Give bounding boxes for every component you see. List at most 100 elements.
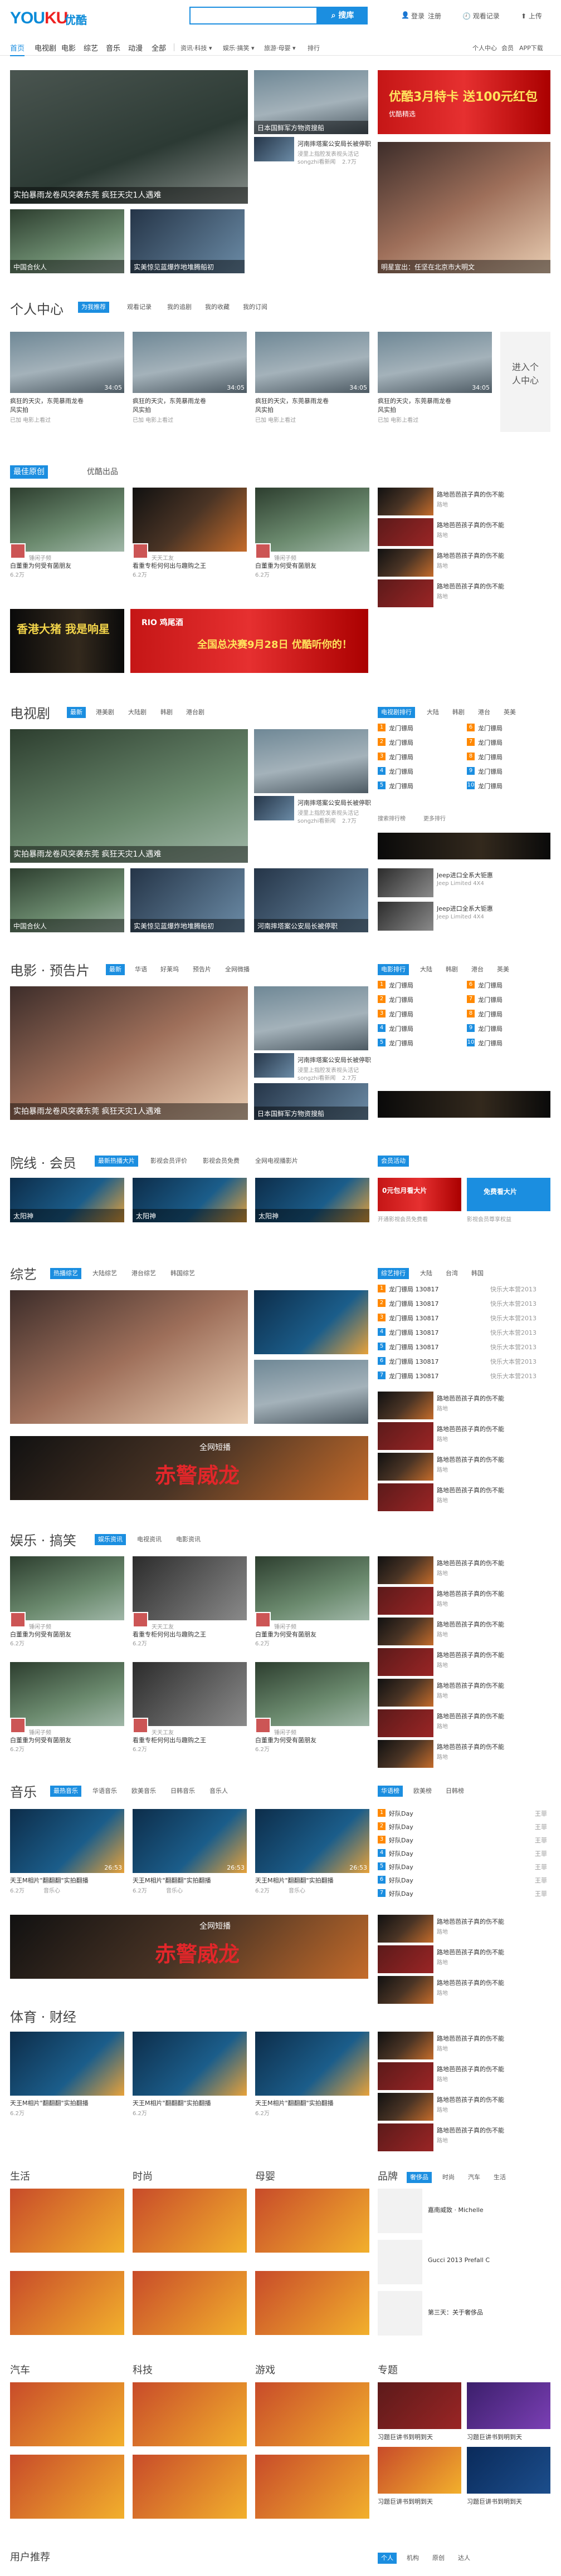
register-link[interactable]: 注册: [428, 11, 441, 21]
original-list-title[interactable]: 路地芭芭孩子真的伤不能: [437, 551, 504, 560]
tv-rank-item[interactable]: 龙门镖局: [389, 781, 413, 790]
original-list-title[interactable]: 路地芭芭孩子真的伤不能: [437, 520, 504, 529]
variety-video-2[interactable]: [254, 1290, 368, 1354]
tv-tab-0[interactable]: 最新: [67, 707, 86, 718]
personal-tab-recommend[interactable]: 为我推荐: [78, 302, 109, 313]
personal-tab-subscribe[interactable]: 我的订阅: [240, 302, 271, 313]
variety-rank-item[interactable]: 龙门镖局 130817: [389, 1343, 439, 1351]
youku-logo[interactable]: YOUKU: [10, 9, 68, 28]
variety-list-title[interactable]: 路地芭芭孩子真的伤不能: [437, 1424, 504, 1433]
users-tab-3[interactable]: 达人: [455, 2553, 474, 2564]
brand-logo[interactable]: [378, 2240, 422, 2284]
movie-rank-tab-1[interactable]: 大陆: [417, 964, 436, 975]
life-thumb[interactable]: [10, 2189, 124, 2253]
variety-tab-2[interactable]: 港台综艺: [128, 1268, 159, 1279]
brand-tab-1[interactable]: 时尚: [439, 2172, 458, 2183]
tv-rank-tab-0[interactable]: 电视剧排行: [378, 707, 415, 718]
tv-rank-tab-4[interactable]: 英美: [500, 707, 519, 718]
music-rank-tab-1[interactable]: 欧美榜: [410, 1786, 435, 1797]
original-card-title[interactable]: 看重专柜何何出与趣购之王: [133, 561, 206, 570]
movie-tab-3[interactable]: 预告片: [189, 964, 214, 975]
personal-card-thumb[interactable]: 34:05: [255, 332, 369, 393]
tv-rank-item[interactable]: 龙门镖局: [389, 767, 413, 776]
life-thumb-2[interactable]: [133, 2271, 247, 2335]
ent-tab-1[interactable]: 电视资讯: [134, 1534, 165, 1545]
life-thumb[interactable]: [255, 2189, 369, 2253]
variety-rank-tab-0[interactable]: 综艺排行: [378, 1268, 409, 1279]
ent-list-thumb[interactable]: [378, 1679, 433, 1707]
jeep-thumb-1[interactable]: [378, 868, 433, 897]
tv-thumb-2[interactable]: [254, 796, 294, 820]
jeep-title-2[interactable]: Jeep进口全系大钜惠: [437, 904, 493, 913]
row2-thumb[interactable]: [10, 2382, 124, 2446]
brand-tab-2[interactable]: 汽车: [465, 2172, 484, 2183]
nav-vip[interactable]: 会员: [501, 43, 514, 52]
tv-video-4[interactable]: 实美惊见蓝爆炸地堆腾船初: [130, 868, 245, 932]
movie-video-3[interactable]: 日本国鲜军方物资搜船: [254, 1083, 368, 1120]
ent-card-b-thumb[interactable]: [255, 1662, 369, 1726]
movie-tab-4[interactable]: 全网微播: [222, 964, 253, 975]
row2-thumb-2[interactable]: [255, 2455, 369, 2519]
movie-rank-item[interactable]: 龙门镖局: [389, 1039, 413, 1048]
ent-card-a-thumb[interactable]: [255, 1556, 369, 1620]
tv-rank-more[interactable]: 搜索排行榜: [378, 814, 406, 822]
ent-card-a-title[interactable]: 看重专柜何何出与趣购之王: [133, 1630, 206, 1639]
variety-rank-item[interactable]: 龙门镖局 130817: [389, 1357, 439, 1366]
movie-rank-item-b[interactable]: 龙门镖局: [478, 1024, 503, 1033]
variety-main-video[interactable]: [10, 1290, 248, 1424]
variety-rank-tab-1[interactable]: 大陆: [417, 1268, 436, 1279]
movie-rank-tab-3[interactable]: 港台: [468, 964, 487, 975]
tv-rank-item[interactable]: 龙门镖局: [389, 738, 413, 747]
music-tab-0[interactable]: 最热音乐: [50, 1786, 81, 1797]
sports-card-thumb[interactable]: [255, 2032, 369, 2096]
vip-promo-1[interactable]: 0元包月看大片: [378, 1178, 461, 1211]
music-card-thumb[interactable]: 26:53: [10, 1809, 124, 1873]
ent-list-title[interactable]: 路地芭芭孩子真的伤不能: [437, 1559, 504, 1567]
music-rank-item[interactable]: 好队Day: [389, 1889, 413, 1898]
original-card-title[interactable]: 白董重为何受有菌朋友: [255, 561, 316, 570]
ent-list-title[interactable]: 路地芭芭孩子真的伤不能: [437, 1620, 504, 1629]
music-rank-item[interactable]: 好队Day: [389, 1849, 413, 1858]
sports-card-title[interactable]: 天王M相片"翻翻翻"实拍翻播: [255, 2098, 334, 2107]
nav-dropdown-news[interactable]: 资讯·科技 ▾: [181, 43, 212, 52]
music-card-title[interactable]: 天王M相片"翻翻翻"实拍翻播: [255, 1876, 334, 1885]
music-list-title[interactable]: 路地芭芭孩子真的伤不能: [437, 1917, 504, 1926]
music-banner[interactable]: 赤警威龙 全网短播: [10, 1915, 368, 1979]
nav-tv[interactable]: 电视剧: [35, 42, 56, 53]
movie-rank-tab-0[interactable]: 电影排行: [378, 964, 409, 975]
hero-main-video[interactable]: 实拍暴雨龙卷风突袭东莞 疯狂天灾1人遇难: [10, 70, 248, 204]
brand-title[interactable]: 嘉南威致 · Michelle: [428, 2205, 484, 2214]
original-list-thumb[interactable]: [378, 549, 433, 577]
ent-list-thumb[interactable]: [378, 1556, 433, 1584]
movie-tab-2[interactable]: 好莱坞: [157, 964, 182, 975]
tv-video-2[interactable]: [254, 729, 368, 793]
row2-thumb-2[interactable]: [133, 2455, 247, 2519]
tv-rank-item[interactable]: 龙门镖局: [389, 753, 413, 761]
ent-list-thumb[interactable]: [378, 1740, 433, 1768]
ent-card-a-title[interactable]: 白董重为何受有菌朋友: [10, 1630, 71, 1639]
music-card-thumb[interactable]: 26:53: [255, 1809, 369, 1873]
original-tab-produced[interactable]: 优酷出品: [84, 466, 121, 478]
jeep-title-1[interactable]: Jeep进口全系大钜惠: [437, 871, 493, 879]
tv-rank-item-b[interactable]: 龙门镖局: [478, 781, 503, 790]
special-caption-3[interactable]: 习题巨讲书到明到天: [378, 2497, 433, 2506]
ent-card-b-thumb[interactable]: [133, 1662, 247, 1726]
movie-video-2[interactable]: [254, 986, 368, 1050]
music-rank-item[interactable]: 好队Day: [389, 1836, 413, 1845]
special-item-4[interactable]: [467, 2447, 550, 2494]
tv-tab-1[interactable]: 港美剧: [92, 707, 118, 718]
original-list-thumb[interactable]: [378, 488, 433, 515]
music-list-title[interactable]: 路地芭芭孩子真的伤不能: [437, 1978, 504, 1987]
vip-item[interactable]: 太阳神: [255, 1178, 369, 1222]
original-list-thumb[interactable]: [378, 579, 433, 607]
variety-rank-item[interactable]: 龙门镖局 130817: [389, 1314, 439, 1323]
ent-card-a-avatar[interactable]: [10, 1612, 26, 1628]
tv-rank-tab-2[interactable]: 韩剧: [449, 707, 468, 718]
music-list-thumb[interactable]: [378, 1915, 433, 1943]
music-rank-tab-2[interactable]: 日韩榜: [442, 1786, 467, 1797]
tv-tab-4[interactable]: 港台剧: [183, 707, 208, 718]
upload-link[interactable]: ⬆ 上传: [521, 11, 542, 21]
personal-card-thumb[interactable]: 34:05: [133, 332, 247, 393]
movie-rank-item[interactable]: 龙门镖局: [389, 995, 413, 1004]
nav-all[interactable]: 全部: [152, 42, 166, 53]
